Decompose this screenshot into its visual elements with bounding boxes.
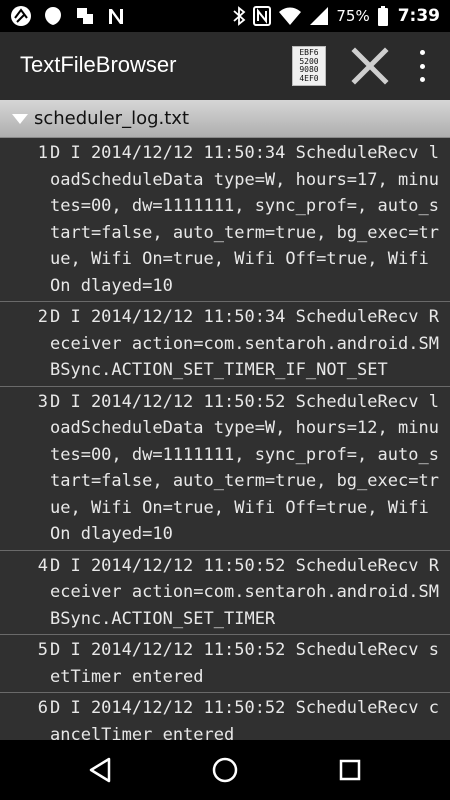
line-text: D I 2014/12/12 11:50:52 ScheduleRecv loa… xyxy=(50,391,439,545)
log-line: 3 D I 2014/12/12 11:50:52 ScheduleRecv l… xyxy=(0,387,450,551)
line-text: D I 2014/12/12 11:50:52 ScheduleRecv can… xyxy=(50,698,439,740)
line-number: 6 xyxy=(37,698,48,718)
log-line: 4 D I 2014/12/12 11:50:52 ScheduleRecv R… xyxy=(0,551,450,635)
navigation-bar xyxy=(0,740,450,800)
log-line: 2 D I 2014/12/12 11:50:34 ScheduleRecv R… xyxy=(0,302,450,387)
log-content[interactable]: 1 D I 2014/12/12 11:50:34 ScheduleRecv l… xyxy=(0,138,450,740)
line-text: D I 2014/12/12 11:50:52 ScheduleRecv set… xyxy=(50,640,439,687)
nfc-icon xyxy=(253,6,272,26)
clock: 7:39 xyxy=(397,6,440,26)
home-icon[interactable] xyxy=(210,755,240,785)
file-header[interactable]: scheduler_log.txt xyxy=(0,100,450,138)
shield-notification-icon xyxy=(45,7,61,25)
status-bar: 75% 7:39 xyxy=(0,0,450,32)
log-line: 6 D I 2014/12/12 11:50:52 ScheduleRecv c… xyxy=(0,693,450,740)
copy-notification-icon xyxy=(77,8,93,24)
overflow-menu-icon[interactable] xyxy=(410,50,434,82)
line-number: 4 xyxy=(37,555,48,576)
line-text: D I 2014/12/12 11:50:34 ScheduleRecv Rec… xyxy=(50,307,439,380)
log-line: 5 D I 2014/12/12 11:50:52 ScheduleRecv s… xyxy=(0,635,450,693)
file-name: scheduler_log.txt xyxy=(34,108,189,129)
line-number: 3 xyxy=(37,391,48,412)
line-number: 2 xyxy=(37,307,48,327)
line-text: D I 2014/12/12 11:50:34 ScheduleRecv loa… xyxy=(50,143,439,296)
battery-percent: 75% xyxy=(336,7,370,25)
line-number: 1 xyxy=(37,143,48,163)
line-text: D I 2014/12/12 11:50:52 ScheduleRecv Rec… xyxy=(50,555,439,629)
signal-icon xyxy=(310,7,329,25)
battery-icon xyxy=(377,6,388,26)
app-bar: TextFileBrowser EBF6 5200 9080 4EF0 xyxy=(0,32,450,100)
line-number: 5 xyxy=(37,640,48,660)
bluetooth-icon xyxy=(233,6,246,26)
hex-view-icon[interactable]: EBF6 5200 9080 4EF0 xyxy=(292,46,326,86)
recents-icon[interactable] xyxy=(335,755,365,785)
app-notification-icon xyxy=(11,6,31,26)
hex-icon-line: 4EF0 xyxy=(299,73,319,83)
wifi-icon xyxy=(279,7,302,25)
app-title: TextFileBrowser xyxy=(20,52,177,77)
back-icon[interactable] xyxy=(85,755,115,785)
log-line: 1 D I 2014/12/12 11:50:34 ScheduleRecv l… xyxy=(0,138,450,302)
n-notification-icon xyxy=(109,9,123,24)
close-icon[interactable] xyxy=(350,46,390,86)
collapse-triangle-icon[interactable] xyxy=(12,114,28,124)
